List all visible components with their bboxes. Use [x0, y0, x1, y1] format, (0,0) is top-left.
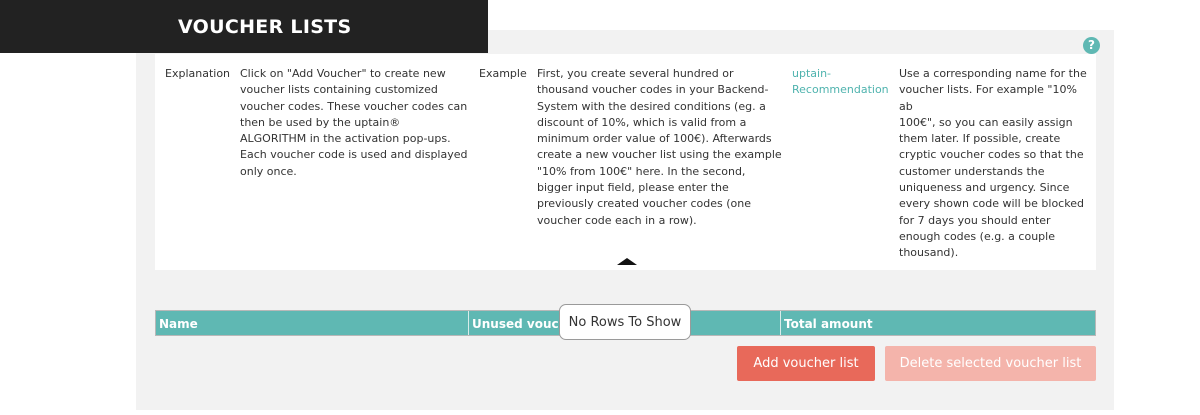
example-line: minimum order value of 100€). Afterwards — [537, 132, 772, 146]
explanation-line: only once. — [240, 164, 297, 178]
recommendation-line: uniqueness and urgency. Since — [899, 181, 1070, 195]
no-rows-overlay: No Rows To Show — [559, 304, 691, 340]
example-line: System with the desired conditions (eg. … — [537, 99, 766, 113]
example-text: First, you create several hundred or tho… — [537, 66, 782, 229]
delete-voucher-list-button[interactable]: Delete selected voucher list — [885, 346, 1096, 381]
column-header-total[interactable]: Total amount — [780, 311, 1095, 335]
recommendation-line: Use a corresponding name for the — [899, 67, 1087, 80]
page-title: VOUCHER LISTS — [178, 16, 352, 38]
example-line: First, you create several hundred or — [537, 67, 734, 80]
recommendation-line: them later. If possible, create — [899, 132, 1061, 146]
recommendation-line: cryptic voucher codes so that the — [899, 148, 1084, 162]
recommendation-line: for 7 days you should enter — [899, 213, 1051, 227]
explanation-line: Click on "Add Voucher" to create new — [240, 67, 446, 80]
recommendation-label-line: Recommendation — [792, 83, 889, 97]
example-label: Example — [479, 67, 527, 80]
recommendation-label[interactable]: uptain- Recommendation — [792, 66, 889, 99]
explanation-line: then be used by the uptain® — [240, 115, 401, 129]
recommendation-text: Use a corresponding name for the voucher… — [899, 66, 1094, 262]
recommendation-line: customer understands the — [899, 164, 1045, 178]
help-icon[interactable]: ? — [1083, 37, 1100, 54]
recommendation-line: 100€", so you can easily assign — [899, 115, 1073, 129]
recommendation-line: thousand). — [899, 246, 959, 260]
explanation-label: Explanation — [165, 67, 231, 80]
recommendation-label-line: uptain- — [792, 67, 832, 80]
example-line: "10% from 100€" here. In the second, — [537, 164, 746, 178]
column-header-name[interactable]: Name — [156, 311, 469, 335]
example-line: bigger input field, please enter the — [537, 181, 729, 195]
recommendation-line: enough codes (e.g. a couple — [899, 229, 1055, 243]
example-line: discount of 10%, which is valid from a — [537, 115, 747, 129]
explanation-line: voucher codes. These voucher codes can — [240, 99, 468, 113]
example-line: voucher code each in a row). — [537, 213, 697, 227]
example-line: thousand voucher codes in your Backend- — [537, 83, 769, 97]
explanation-text: Click on "Add Voucher" to create new vou… — [240, 66, 470, 180]
example-line: create a new voucher list using the exam… — [537, 148, 782, 162]
recommendation-line: every shown code will be blocked — [899, 197, 1084, 211]
recommendation-line: voucher lists. For example "10% ab — [899, 83, 1077, 113]
explanation-line: ALGORITHM in the activation pop-ups. — [240, 132, 451, 146]
explanation-line: Each voucher code is used and displayed — [240, 148, 468, 162]
add-voucher-list-button[interactable]: Add voucher list — [737, 346, 875, 381]
explanation-line: voucher lists containing customized — [240, 83, 438, 97]
collapse-caret-icon[interactable] — [617, 258, 637, 265]
page-header: VOUCHER LISTS — [0, 0, 488, 53]
example-line: previously created voucher codes (one — [537, 197, 752, 211]
